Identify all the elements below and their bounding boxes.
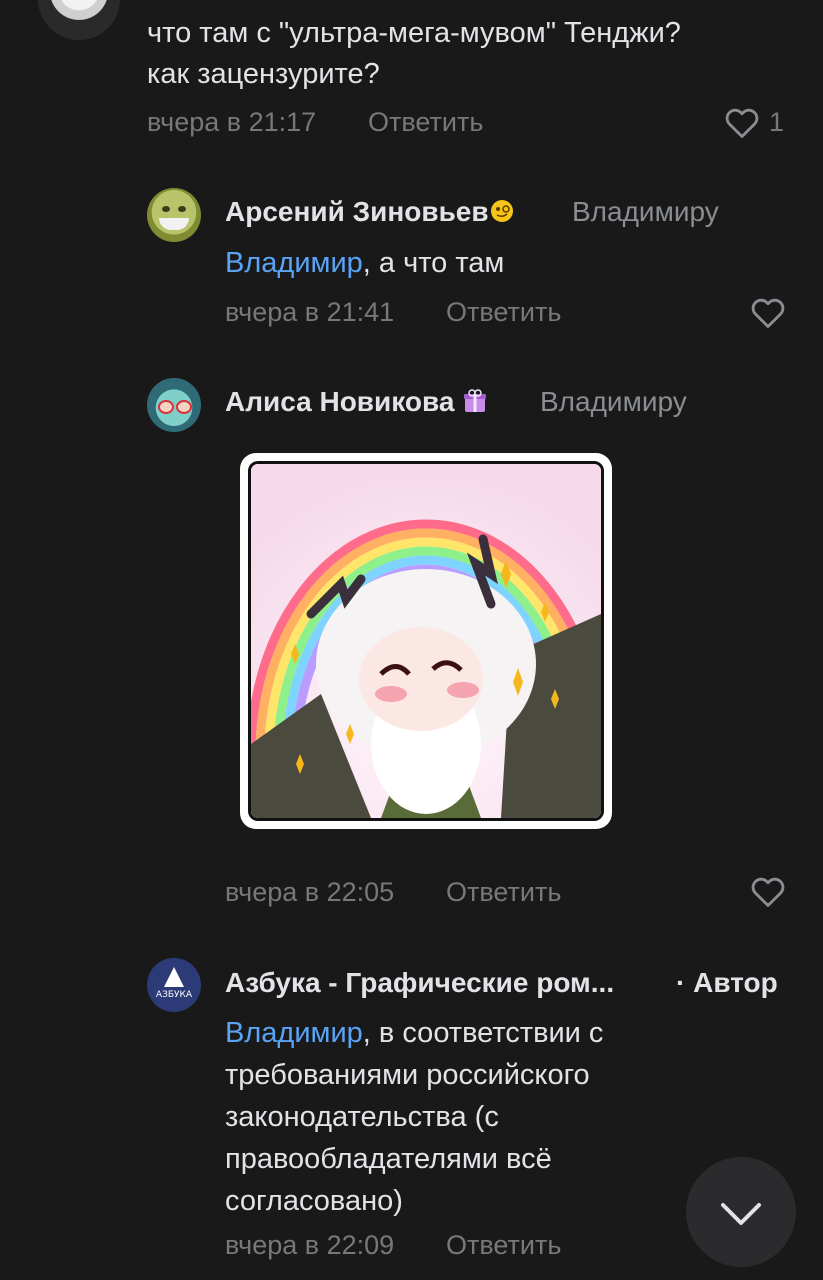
reply-button[interactable]: Ответить	[446, 297, 561, 328]
avatar-mouth	[159, 218, 189, 230]
comment-text: Владимир, а что там	[225, 243, 504, 283]
azbuka-logo-icon	[164, 967, 184, 987]
like-button[interactable]	[751, 876, 785, 908]
avatar[interactable]	[147, 188, 201, 242]
comment-text-line: законодательства (с	[225, 1101, 499, 1133]
avatar-eye	[178, 206, 186, 212]
avatar[interactable]	[38, 0, 120, 40]
heart-outline-icon	[751, 298, 785, 328]
avatar[interactable]: АЗБУКА	[147, 958, 201, 1012]
comment-author-name[interactable]: Азбука - Графические ром...	[225, 967, 614, 999]
comment-text-rest: , в соответствии с	[362, 1017, 604, 1049]
comment-text-line: требованиями российского	[225, 1059, 590, 1091]
like-button[interactable]	[751, 297, 785, 329]
reply-target[interactable]: Владимиру	[572, 196, 719, 228]
author-name-text: Арсений Зиновьев	[225, 196, 489, 227]
reply-button[interactable]: Ответить	[446, 877, 561, 908]
comment-text-line: как зацензурите?	[147, 58, 380, 90]
author-name-text: Алиса Новикова	[225, 386, 455, 417]
comment-time: вчера в 22:09	[225, 1230, 395, 1260]
emoji-badge-icon	[489, 198, 515, 224]
gift-badge-icon	[462, 388, 488, 414]
avatar[interactable]	[147, 378, 201, 432]
scroll-down-button[interactable]	[686, 1157, 796, 1267]
reply-target[interactable]: Владимиру	[540, 386, 687, 418]
mention-link[interactable]: Владимир	[225, 1017, 363, 1049]
comment-time: вчера в 22:05	[225, 877, 395, 907]
mention-link[interactable]: Владимир	[225, 247, 363, 279]
reply-button[interactable]: Ответить	[368, 107, 483, 138]
avatar-eye	[162, 206, 170, 212]
sticker-image[interactable]	[240, 453, 612, 829]
avatar-label: АЗБУКА	[155, 990, 193, 1000]
reply-button[interactable]: Ответить	[446, 1230, 561, 1261]
comment-author-name[interactable]: Алиса Новикова	[225, 386, 488, 418]
avatar-eye	[176, 400, 192, 414]
comment-time: вчера в 21:41	[225, 297, 395, 327]
heart-outline-icon	[725, 108, 759, 138]
avatar-eye	[158, 400, 174, 414]
comment-text-line: правообладателями всё	[225, 1143, 552, 1175]
sticker-artwork	[248, 461, 604, 821]
comment-text-line: согласовано)	[225, 1185, 403, 1217]
sticker-illustration	[251, 464, 601, 818]
avatar-face	[60, 0, 98, 10]
comment-author-name[interactable]: Арсений Зиновьев	[225, 196, 515, 228]
comment-text-line: Владимир, в соответствии с	[225, 1013, 603, 1053]
like-button[interactable]	[725, 107, 759, 139]
heart-outline-icon	[751, 877, 785, 907]
like-count: 1	[769, 107, 785, 137]
comment-text-rest: , а что там	[362, 247, 505, 279]
comment-time: вчера в 21:17	[147, 107, 317, 137]
chevron-down-icon	[721, 1203, 761, 1225]
comment-text-line: что там с "ультра-мега-мувом" Тенджи?	[147, 17, 681, 49]
author-tag: · Автор	[676, 967, 778, 998]
